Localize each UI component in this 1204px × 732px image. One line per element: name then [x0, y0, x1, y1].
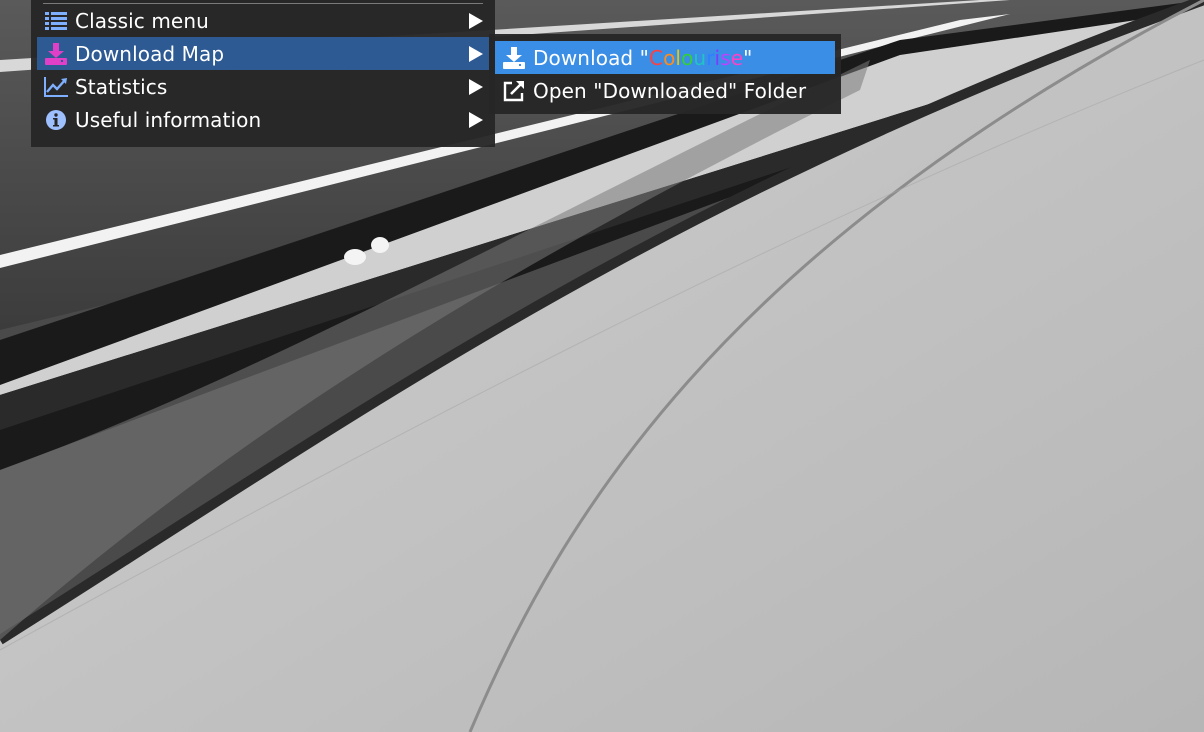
- menu-item-label: Classic menu: [75, 8, 209, 33]
- map-viewport[interactable]: Classic menu Download Map Statistics Use…: [0, 0, 1204, 732]
- menu-item-label: Open "Downloaded" Folder: [533, 78, 807, 103]
- submenu-arrow-icon: [469, 12, 483, 29]
- submenu-arrow-icon: [469, 78, 483, 95]
- list-icon: [43, 9, 69, 33]
- download-icon: [501, 46, 527, 70]
- menu-item-download-map[interactable]: Download Map: [37, 37, 489, 70]
- download-prefix-text: Download ": [533, 45, 649, 70]
- menu-item-label: Useful information: [75, 107, 262, 132]
- menu-item-label: Download Map: [75, 41, 225, 66]
- menu-item-useful-information[interactable]: Useful information: [37, 103, 489, 136]
- menu-item-statistics[interactable]: Statistics: [37, 70, 489, 103]
- menu-item-download-colourise[interactable]: Download "Colourise": [495, 41, 835, 74]
- info-circle-icon: [43, 108, 69, 132]
- map-name-letter: e: [730, 45, 744, 70]
- menu-item-open-downloaded-folder[interactable]: Open "Downloaded" Folder: [495, 74, 835, 107]
- map-name-letter: o: [663, 45, 676, 70]
- submenu-arrow-icon: [469, 45, 483, 62]
- download-icon: [43, 42, 69, 66]
- external-link-icon: [501, 79, 527, 103]
- main-context-menu: Classic menu Download Map Statistics Use…: [31, 0, 495, 147]
- menu-item-label: Statistics: [75, 74, 168, 99]
- download-submenu: Download "Colourise" Open "Downloaded" F…: [489, 34, 841, 114]
- menu-item-classic-menu[interactable]: Classic menu: [37, 4, 489, 37]
- map-name-letter: u: [693, 45, 707, 70]
- map-name-letter: r: [706, 45, 715, 70]
- download-option-label: Download "Colourise": [533, 46, 752, 70]
- map-name-letter: C: [648, 45, 664, 70]
- line-chart-icon: [43, 75, 69, 99]
- map-name-letter: o: [681, 45, 694, 70]
- map-name-rainbow-text: Colourise: [649, 46, 743, 70]
- submenu-arrow-icon: [469, 111, 483, 128]
- download-suffix-text: ": [743, 45, 753, 70]
- map-name-letter: s: [720, 45, 731, 70]
